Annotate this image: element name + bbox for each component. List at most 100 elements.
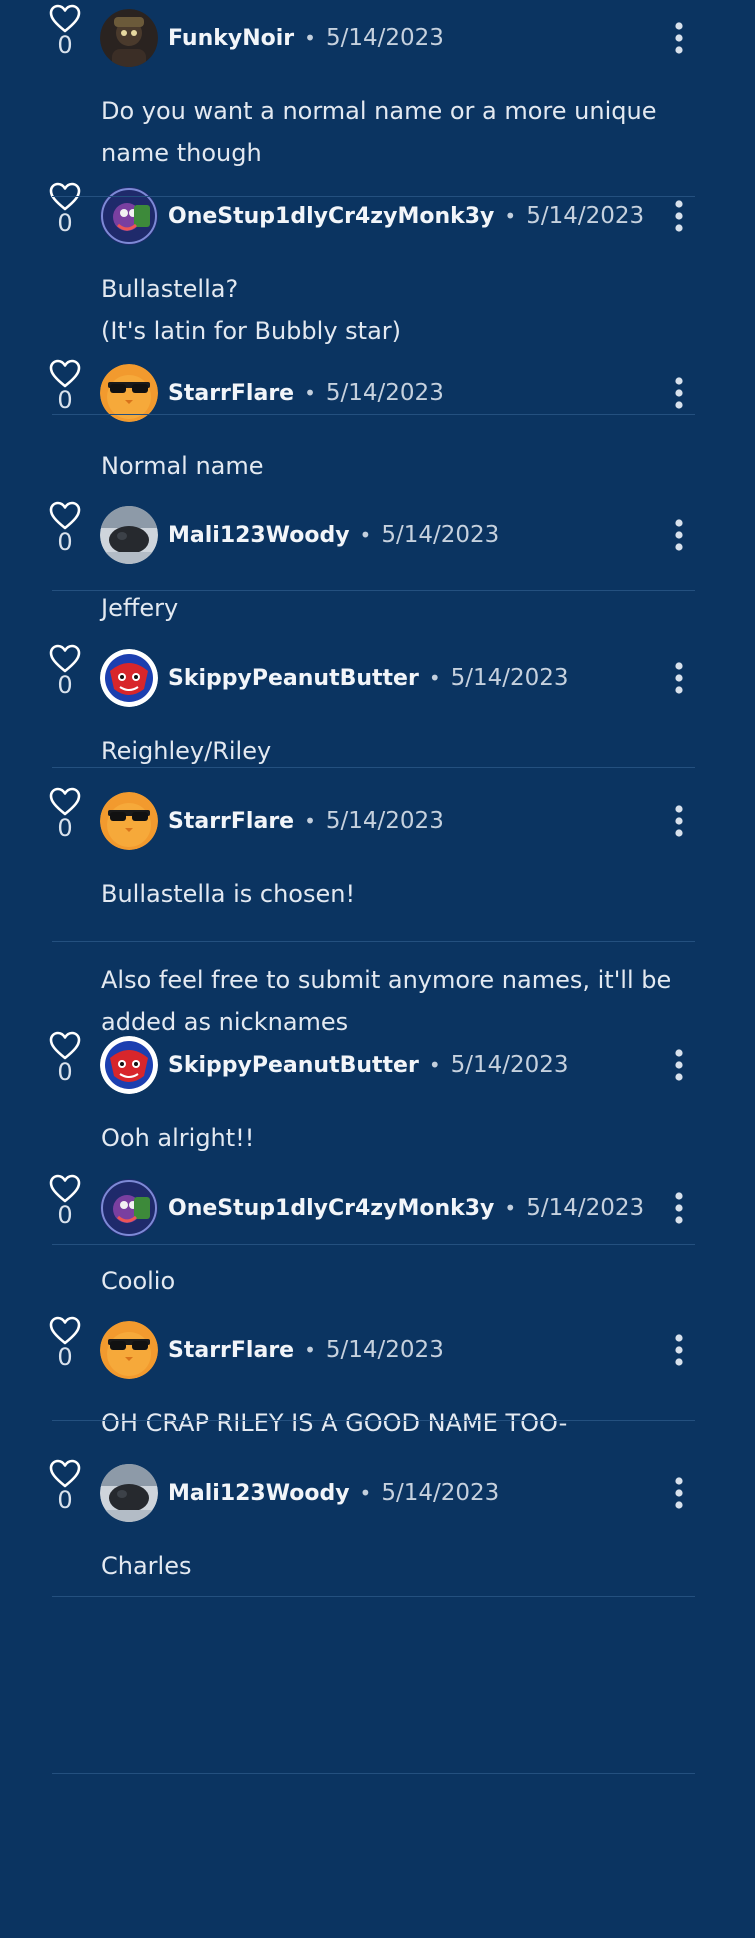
like-control[interactable]: 0 xyxy=(48,1316,82,1370)
comment-divider xyxy=(52,196,695,197)
vertical-dots-icon[interactable] xyxy=(664,1188,694,1228)
comment-text-line: name though xyxy=(101,139,262,167)
avatar[interactable] xyxy=(100,506,158,564)
heart-outline-icon[interactable] xyxy=(49,4,81,34)
avatar[interactable] xyxy=(100,1321,158,1379)
comment-text-line: Charles xyxy=(101,1552,192,1580)
comment-text-line: Bullastella is chosen! xyxy=(101,880,356,908)
comment-meta: OneStup1dlyCr4zyMonk3y • 5/14/2023 xyxy=(168,1179,644,1237)
comment-date: 5/14/2023 xyxy=(450,665,569,691)
vertical-dots-icon[interactable] xyxy=(664,1473,694,1513)
avatar[interactable] xyxy=(100,649,158,707)
comment-body: Reighley/Riley xyxy=(101,730,701,772)
vertical-dots-icon[interactable] xyxy=(664,515,694,555)
like-count: 0 xyxy=(57,386,73,414)
like-count: 0 xyxy=(57,1343,73,1371)
heart-outline-icon[interactable] xyxy=(49,787,81,817)
comment-body: Do you want a normal name or a more uniq… xyxy=(101,90,701,174)
comment-text-line: Also feel free to submit anymore names, … xyxy=(101,966,672,994)
comment-divider xyxy=(52,590,695,591)
like-control[interactable]: 0 xyxy=(48,787,82,841)
comment-text-line: Normal name xyxy=(101,452,264,480)
comment-meta: Mali123Woody • 5/14/2023 xyxy=(168,1464,499,1522)
comment-meta: StarrFlare • 5/14/2023 xyxy=(168,792,444,850)
comment-body: Ooh alright!! xyxy=(101,1117,701,1159)
comment-divider xyxy=(52,941,695,942)
username-link[interactable]: Mali123Woody xyxy=(168,523,350,548)
like-count: 0 xyxy=(57,1058,73,1086)
heart-outline-icon[interactable] xyxy=(49,359,81,389)
comment-date: 5/14/2023 xyxy=(325,25,444,51)
heart-outline-icon[interactable] xyxy=(49,644,81,674)
separator-dot: • xyxy=(428,666,441,690)
heart-outline-icon[interactable] xyxy=(49,1316,81,1346)
like-control[interactable]: 0 xyxy=(48,1459,82,1513)
comment-meta: FunkyNoir • 5/14/2023 xyxy=(168,9,444,67)
avatar[interactable] xyxy=(100,9,158,67)
like-count: 0 xyxy=(57,814,73,842)
like-count: 0 xyxy=(57,671,73,699)
comment-date: 5/14/2023 xyxy=(325,1337,444,1363)
separator-dot: • xyxy=(359,523,372,547)
vertical-dots-icon[interactable] xyxy=(664,1045,694,1085)
username-link[interactable]: FunkyNoir xyxy=(168,26,294,51)
avatar[interactable] xyxy=(100,1036,158,1094)
comment-divider xyxy=(52,767,695,768)
username-link[interactable]: StarrFlare xyxy=(168,1338,294,1363)
comment-body: Coolio xyxy=(101,1260,701,1302)
separator-dot: • xyxy=(504,1196,517,1220)
like-control[interactable]: 0 xyxy=(48,182,82,236)
username-link[interactable]: StarrFlare xyxy=(168,809,294,834)
like-count: 0 xyxy=(57,1486,73,1514)
comment-date: 5/14/2023 xyxy=(526,203,645,229)
like-control[interactable]: 0 xyxy=(48,4,82,58)
username-link[interactable]: OneStup1dlyCr4zyMonk3y xyxy=(168,1196,494,1221)
like-count: 0 xyxy=(57,209,73,237)
like-control[interactable]: 0 xyxy=(48,1174,82,1228)
like-control[interactable]: 0 xyxy=(48,644,82,698)
avatar[interactable] xyxy=(100,792,158,850)
like-count: 0 xyxy=(57,31,73,59)
separator-dot: • xyxy=(304,26,316,50)
comment-text-line: Ooh alright!! xyxy=(101,1124,255,1152)
vertical-dots-icon[interactable] xyxy=(664,658,694,698)
comment-body: Jeffery xyxy=(101,587,701,629)
username-link[interactable]: StarrFlare xyxy=(168,381,294,406)
comment-meta: StarrFlare • 5/14/2023 xyxy=(168,1321,444,1379)
comment-body: Charles xyxy=(101,1545,701,1587)
heart-outline-icon[interactable] xyxy=(49,1031,81,1061)
heart-outline-icon[interactable] xyxy=(49,501,81,531)
separator-dot: • xyxy=(428,1053,441,1077)
separator-dot: • xyxy=(304,381,316,405)
vertical-dots-icon[interactable] xyxy=(664,801,694,841)
heart-outline-icon[interactable] xyxy=(49,1174,81,1204)
username-link[interactable]: OneStup1dlyCr4zyMonk3y xyxy=(168,204,494,229)
like-count: 0 xyxy=(57,528,73,556)
username-link[interactable]: SkippyPeanutButter xyxy=(168,666,419,691)
comment-text-line: Coolio xyxy=(101,1267,176,1295)
comment-date: 5/14/2023 xyxy=(526,1195,645,1221)
heart-outline-icon[interactable] xyxy=(49,182,81,212)
avatar[interactable] xyxy=(100,1464,158,1522)
separator-dot: • xyxy=(304,809,316,833)
comment-date: 5/14/2023 xyxy=(325,380,444,406)
vertical-dots-icon[interactable] xyxy=(664,373,694,413)
comment-body: Bullastella? (It's latin for Bubbly star) xyxy=(101,268,701,352)
vertical-dots-icon[interactable] xyxy=(664,18,694,58)
like-control[interactable]: 0 xyxy=(48,359,82,413)
username-link[interactable]: Mali123Woody xyxy=(168,1481,350,1506)
vertical-dots-icon[interactable] xyxy=(664,1330,694,1370)
comment-divider xyxy=(52,414,695,415)
comment-date: 5/14/2023 xyxy=(381,522,500,548)
avatar[interactable] xyxy=(100,1179,158,1237)
like-count: 0 xyxy=(57,1201,73,1229)
comment-date: 5/14/2023 xyxy=(450,1052,569,1078)
comment-meta: Mali123Woody • 5/14/2023 xyxy=(168,506,499,564)
username-link[interactable]: SkippyPeanutButter xyxy=(168,1053,419,1078)
comment-body: OH CRAP RILEY IS A GOOD NAME TOO- xyxy=(101,1402,701,1444)
vertical-dots-icon[interactable] xyxy=(664,196,694,236)
heart-outline-icon[interactable] xyxy=(49,1459,81,1489)
like-control[interactable]: 0 xyxy=(48,1031,82,1085)
like-control[interactable]: 0 xyxy=(48,501,82,555)
